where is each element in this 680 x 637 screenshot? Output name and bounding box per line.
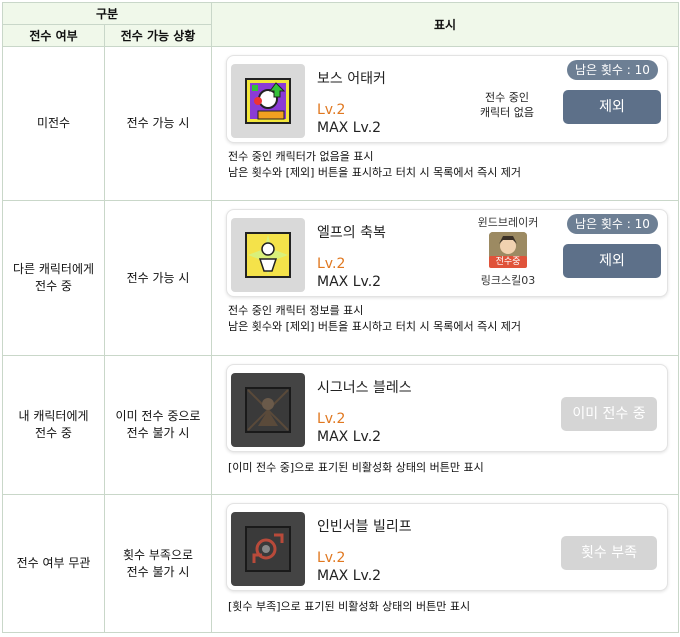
situation-line2: 전수 불가 시	[126, 426, 190, 440]
exclude-button[interactable]: 제외	[563, 244, 661, 278]
holder-info-line1: 전수 중인	[485, 91, 529, 104]
situation-line1: 이미 전수 중으로	[115, 409, 201, 423]
skill-icon-frame	[231, 512, 305, 586]
description-line1: 전수 중인 캐릭터 정보를 표시	[228, 304, 364, 317]
skill-max-level: MAX Lv.2	[317, 429, 382, 445]
skill-max-level: MAX Lv.2	[317, 120, 382, 136]
status-line1: 내 캐릭터에게	[18, 409, 89, 423]
insufficient-count-button: 횟수 부족	[561, 536, 657, 570]
skill-level: Lv.2	[317, 550, 346, 566]
situation-cell: 전수 가능 시	[104, 200, 212, 356]
already-transferred-button: 이미 전수 중	[561, 397, 657, 431]
situation-line2: 전수 불가 시	[126, 564, 190, 579]
header-group: 구분	[2, 2, 212, 25]
invincible-belief-icon	[245, 526, 291, 572]
status-line1: 다른 캐릭터에게	[12, 262, 95, 276]
skill-level: Lv.2	[317, 256, 346, 272]
status-cell: 내 캐릭터에게 전수 중	[2, 355, 105, 495]
skill-level: Lv.2	[317, 102, 346, 118]
description: [횟수 부족]으로 표기된 비활성화 상태의 버튼만 표시	[228, 600, 471, 613]
description: 전수 중인 캐릭터 정보를 표시 남은 횟수와 [제외] 버튼을 표시하고 터치…	[228, 303, 521, 335]
status-cell: 다른 캐릭터에게 전수 중	[2, 200, 105, 356]
character-name: 링크스킬03	[480, 274, 536, 287]
situation-cell: 횟수 부족으로 전수 불가 시	[104, 494, 212, 633]
description-line2: 남은 횟수와 [제외] 버튼을 표시하고 터치 시 목록에서 즉시 제거	[228, 166, 522, 179]
display-cell: 시그너스 블레스 Lv.2 MAX Lv.2 이미 전수 중 [이미 전수 중]…	[211, 355, 679, 495]
exclude-button[interactable]: 제외	[563, 90, 661, 124]
skill-name: 보스 어태커	[317, 71, 386, 87]
skill-max-level: MAX Lv.2	[317, 568, 382, 584]
skill-icon-frame	[231, 373, 305, 447]
skill-card: 엘프의 축복 Lv.2 MAX Lv.2 윈드브레이커 전수중 링크스킬03 남…	[226, 209, 668, 297]
status-cell: 미전수	[2, 46, 105, 201]
situation-cell: 이미 전수 중으로 전수 불가 시	[104, 355, 212, 495]
skill-icon-frame	[231, 64, 305, 138]
skill-icon-frame	[231, 218, 305, 292]
skill-card: 시그너스 블레스 Lv.2 MAX Lv.2 이미 전수 중	[226, 364, 668, 452]
status-line2: 전수 중	[35, 279, 72, 293]
skill-name: 인빈서블 빌리프	[317, 519, 412, 535]
description-line1: 전수 중인 캐릭터가 없음을 표시	[228, 150, 374, 163]
skill-name: 시그너스 블레스	[317, 380, 412, 396]
display-cell: 인빈서블 빌리프 Lv.2 MAX Lv.2 횟수 부족 [횟수 부족]으로 표…	[211, 494, 679, 633]
status-line2: 전수 중	[35, 426, 72, 440]
holder-info-line2: 캐릭터 없음	[479, 106, 535, 119]
header-display: 표시	[211, 2, 679, 47]
skill-display-table: 구분 표시 전수 여부 전수 가능 상황 미전수 전수 가능 시 보스 어태커 …	[2, 2, 679, 633]
table-row: 다른 캐릭터에게 전수 중 전수 가능 시 엘프의 축복 Lv.2 MAX Lv…	[2, 200, 679, 356]
skill-name: 엘프의 축복	[317, 225, 386, 241]
header-situation: 전수 가능 상황	[104, 24, 212, 47]
remaining-count-badge: 남은 횟수 : 10	[567, 214, 658, 234]
boss-attacker-icon	[245, 78, 291, 124]
elf-blessing-icon	[245, 232, 291, 278]
header-status: 전수 여부	[2, 24, 105, 47]
table-row: 전수 여부 무관 횟수 부족으로 전수 불가 시 인빈서블 빌리프 Lv.2 M…	[2, 494, 679, 633]
character-job: 윈드브레이커	[477, 216, 539, 229]
description: 전수 중인 캐릭터가 없음을 표시 남은 횟수와 [제외] 버튼을 표시하고 터…	[228, 149, 521, 181]
description-line2: 남은 횟수와 [제외] 버튼을 표시하고 터치 시 목록에서 즉시 제거	[228, 320, 522, 333]
skill-level: Lv.2	[317, 411, 346, 427]
remaining-count-badge: 남은 횟수 : 10	[567, 60, 658, 80]
situation-line1: 횟수 부족으로	[122, 547, 194, 562]
status-cell: 전수 여부 무관	[2, 494, 105, 633]
situation-cell: 전수 가능 시	[104, 46, 212, 201]
table-row: 미전수 전수 가능 시 보스 어태커 Lv.2 MAX Lv.2 전수 중인 캐…	[2, 46, 679, 201]
skill-max-level: MAX Lv.2	[317, 274, 382, 290]
display-cell: 보스 어태커 Lv.2 MAX Lv.2 전수 중인 캐릭터 없음 남은 횟수 …	[211, 46, 679, 201]
table-row: 내 캐릭터에게 전수 중 이미 전수 중으로 전수 불가 시 시그너스 블레스 …	[2, 355, 679, 495]
holder-info: 전수 중인 캐릭터 없음	[467, 90, 547, 120]
skill-card: 보스 어태커 Lv.2 MAX Lv.2 전수 중인 캐릭터 없음 남은 횟수 …	[226, 55, 668, 143]
skill-card: 인빈서블 빌리프 Lv.2 MAX Lv.2 횟수 부족	[226, 503, 668, 591]
display-cell: 엘프의 축복 Lv.2 MAX Lv.2 윈드브레이커 전수중 링크스킬03 남…	[211, 200, 679, 356]
cygnus-bless-icon	[245, 387, 291, 433]
description: [이미 전수 중]으로 표기된 비활성화 상태의 버튼만 표시	[228, 461, 484, 474]
in-use-badge: 전수중	[489, 256, 527, 268]
